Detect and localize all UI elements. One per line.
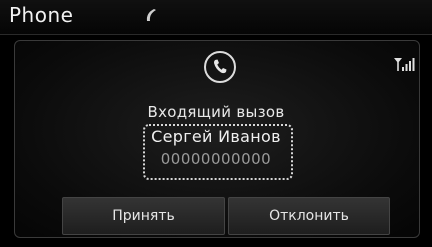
handset-icon <box>146 9 156 21</box>
call-status-label: Входящий вызов <box>147 103 285 121</box>
top-bar: Phone <box>0 0 432 35</box>
caller-name: Сергей Иванов <box>151 127 281 146</box>
phone-call-icon <box>204 51 236 83</box>
accept-call-button[interactable]: Принять <box>62 197 225 235</box>
caller-number: 00000000000 <box>160 150 272 168</box>
signal-strength-icon <box>394 58 415 71</box>
app-title: Phone <box>9 3 74 27</box>
decline-call-button[interactable]: Отклонить <box>228 197 390 235</box>
